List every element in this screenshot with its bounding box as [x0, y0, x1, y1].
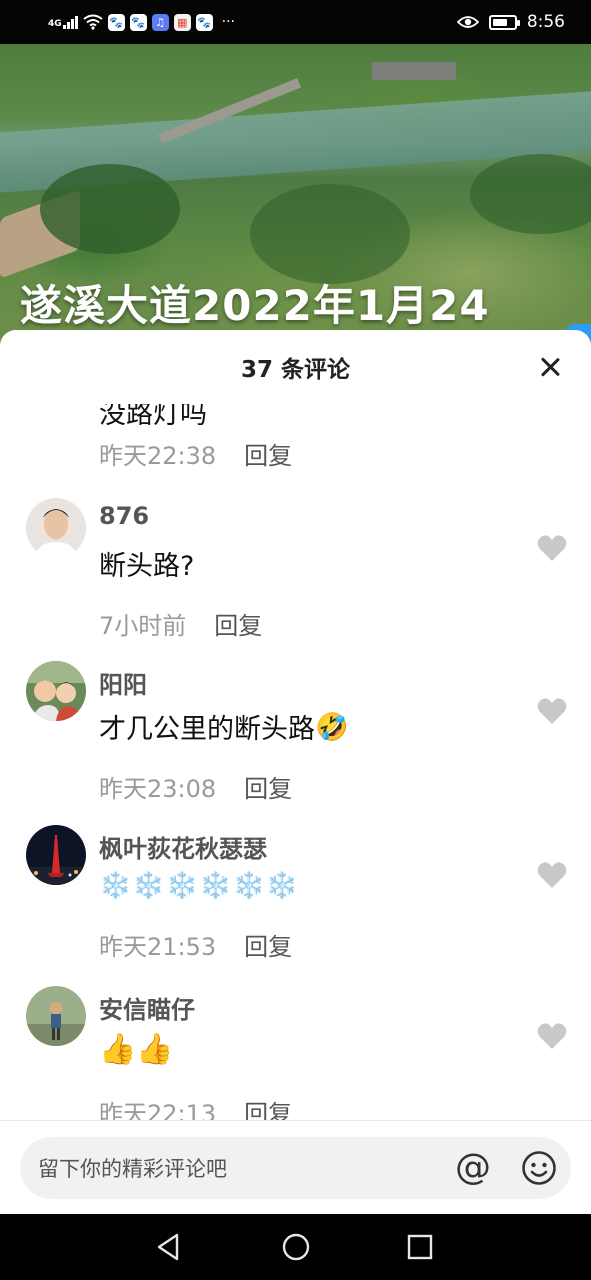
comment-text: 👍👍	[99, 1032, 174, 1067]
comment-meta: 7小时前 回复	[99, 606, 262, 641]
tree-scenery	[40, 164, 180, 254]
like-heart-icon[interactable]	[537, 697, 567, 725]
comment-time: 昨天23:08	[99, 775, 217, 803]
baidu-app-icon: 🐾	[195, 13, 213, 31]
avatar[interactable]	[26, 825, 86, 885]
comment-text: 才几公里的断头路 🤣	[99, 707, 349, 746]
comments-header: 37 条评论	[0, 330, 591, 404]
comment-meta: 昨天22:13 回复	[99, 1094, 292, 1120]
comment-time: 昨天22:13	[99, 1100, 217, 1120]
comment-item: 枫叶荻花秋瑟瑟 ❄️❄️❄️❄️❄️❄️ 昨天21:53 回复	[0, 825, 591, 985]
comment-body: 才几公里的断头路	[99, 714, 315, 745]
username[interactable]: 876	[99, 502, 149, 530]
like-heart-icon[interactable]	[537, 1022, 567, 1050]
username[interactable]: 阳阳	[99, 665, 147, 700]
partial-comment-meta: 昨天22:38 回复	[99, 436, 292, 471]
comment-item: 安信瞄仔 👍👍 昨天22:13 回复	[0, 986, 591, 1120]
status-overflow: ···	[221, 14, 236, 30]
system-nav-bar	[0, 1214, 591, 1280]
comment-input[interactable]: 留下你的精彩评论吧 @	[20, 1137, 571, 1199]
comment-emoji: 👍👍	[99, 1032, 174, 1067]
music-app-icon: ♫	[151, 13, 169, 31]
clock: 8:56	[526, 12, 565, 32]
comment-text: ❄️❄️❄️❄️❄️❄️	[99, 871, 299, 901]
comment-emoji: ❄️❄️❄️❄️❄️❄️	[99, 871, 300, 901]
like-heart-icon[interactable]	[537, 534, 567, 562]
video-player[interactable]: 遂溪大道2022年1月24	[0, 44, 591, 344]
recent-apps-icon[interactable]	[404, 1231, 436, 1263]
roof-scenery	[372, 62, 456, 80]
comment-item: 876 断头路? 7小时前 回复	[0, 498, 591, 658]
battery-icon	[488, 14, 520, 30]
like-heart-icon[interactable]	[537, 861, 567, 889]
username[interactable]: 安信瞄仔	[99, 990, 195, 1025]
comment-input-placeholder: 留下你的精彩评论吧	[38, 1157, 227, 1181]
wifi-icon	[83, 14, 103, 30]
comment-meta: 昨天23:08 回复	[99, 769, 292, 804]
reply-button[interactable]: 回复	[244, 927, 292, 962]
status-right: 8:56	[456, 12, 565, 32]
comment-time: 昨天21:53	[99, 933, 217, 961]
username[interactable]: 枫叶荻花秋瑟瑟	[99, 829, 267, 864]
video-caption: 遂溪大道2022年1月24	[20, 281, 490, 330]
comment-input-bar: 留下你的精彩评论吧 @	[0, 1120, 591, 1214]
emoji-icon[interactable]	[521, 1150, 557, 1186]
comments-count-title: 37 条评论	[240, 357, 350, 383]
comment-body: 断头路?	[99, 551, 195, 582]
comment-item: 阳阳 才几公里的断头路 🤣 昨天23:08 回复	[0, 661, 591, 821]
comment-meta: 昨天21:53 回复	[99, 927, 292, 962]
status-bar: 4G 🐾 🐾 ♫ ▦ 🐾 ··· 8:56	[0, 0, 591, 44]
comment-time: 昨天22:38	[99, 442, 217, 470]
reply-button[interactable]: 回复	[244, 769, 292, 804]
mention-at-icon[interactable]: @	[453, 1149, 493, 1189]
network-type: 4G	[48, 19, 62, 29]
home-icon[interactable]	[280, 1231, 312, 1263]
reply-button[interactable]: 回复	[214, 606, 262, 641]
tree-scenery	[470, 154, 591, 234]
avatar[interactable]	[26, 986, 86, 1046]
avatar[interactable]	[26, 661, 86, 721]
status-left: 4G 🐾 🐾 ♫ ▦ 🐾 ···	[48, 13, 236, 31]
comment-time: 7小时前	[99, 612, 187, 640]
comment-text: 断头路?	[99, 544, 194, 583]
back-icon[interactable]	[153, 1231, 185, 1263]
avatar[interactable]	[26, 498, 86, 558]
close-icon[interactable]	[539, 356, 561, 378]
reply-button[interactable]: 回复	[244, 436, 292, 471]
gift-app-icon: ▦	[173, 13, 191, 31]
comments-sheet: 没路灯吗 昨天22:38 回复 876 断头路? 7小时前 回复 阳阳 才几公里…	[0, 330, 591, 1214]
tree-scenery	[250, 184, 410, 284]
baidu-app-icon: 🐾	[129, 13, 147, 31]
comment-list[interactable]: 没路灯吗 昨天22:38 回复 876 断头路? 7小时前 回复 阳阳 才几公里…	[0, 330, 591, 1120]
baidu-app-icon: 🐾	[107, 13, 125, 31]
eye-comfort-icon	[456, 16, 479, 28]
reply-button[interactable]: 回复	[244, 1094, 292, 1120]
signal-icon: 4G	[48, 15, 78, 29]
comment-emoji: 🤣	[315, 711, 349, 743]
